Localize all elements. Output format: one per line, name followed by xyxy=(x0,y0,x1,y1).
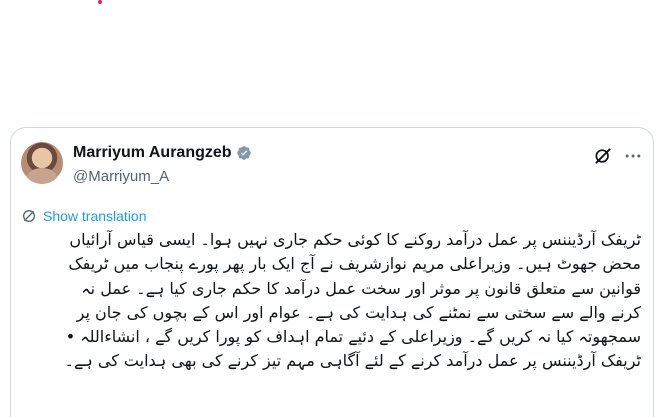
tweet-line: محض جھوٹ ہیں۔ وزیراعلی مریم نوازشریف نے … xyxy=(68,254,641,274)
avatar[interactable] xyxy=(21,142,63,184)
more-icon[interactable] xyxy=(623,146,643,166)
tweet-line: سمجھوتہ کیا نہ کریں گے۔ وزیراعلی کے دئیے… xyxy=(65,327,641,347)
notification-dot xyxy=(98,0,102,4)
show-translation-link[interactable]: Show translation xyxy=(21,208,147,224)
tweet-line: ٹریفک آرڈیننس پر عمل درآمد روکنے کا کوئی… xyxy=(69,230,641,249)
author-display-name[interactable]: Marriyum Aurangzeb xyxy=(73,144,232,162)
verified-badge-icon xyxy=(236,146,251,160)
grok-icon[interactable] xyxy=(593,146,613,166)
show-translation-label[interactable]: Show translation xyxy=(43,208,147,224)
tweet-line: قوانین سے متعلق قانون پر موثر اور سخت عم… xyxy=(81,278,641,298)
tweet-text: ٹریفک آرڈیننس پر عمل درآمد روکنے کا کوئی… xyxy=(21,228,641,374)
tweet-line: کرنے والے سے سختی سے نمٹنے کی ہدایت کی ہ… xyxy=(76,302,641,322)
author-name-row[interactable]: Marriyum Aurangzeb xyxy=(73,144,252,162)
tweet-card[interactable]: Marriyum Aurangzeb @Marriyum_A Show tran… xyxy=(10,127,654,417)
author-handle[interactable]: @Marriyum_A xyxy=(73,168,169,185)
tweet-line: ٹریفک آرڈیننس پر عمل درآمد کرنے کے لئے آ… xyxy=(64,351,641,371)
translate-icon xyxy=(23,210,35,222)
